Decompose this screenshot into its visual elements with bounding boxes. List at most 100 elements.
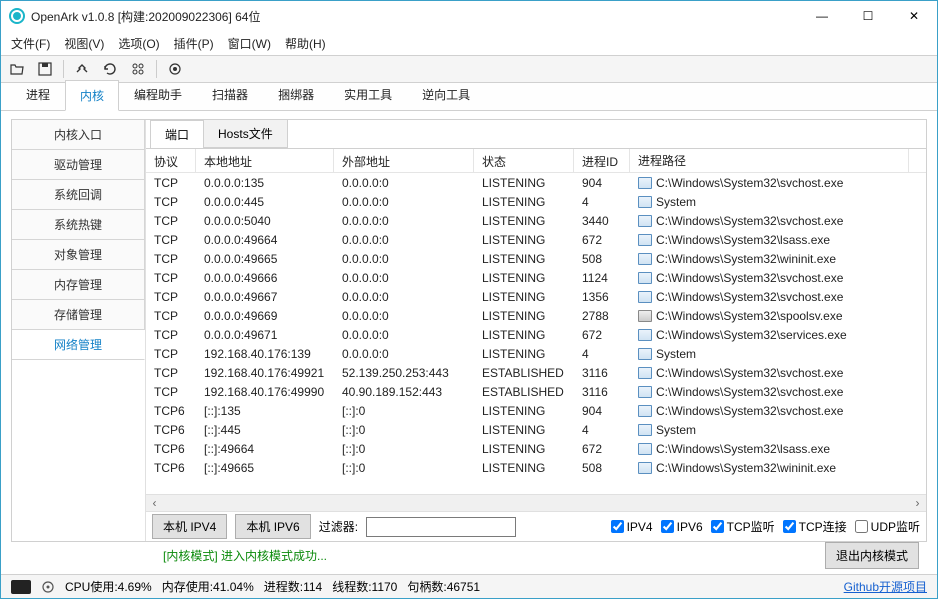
- cell-proto: TCP: [146, 194, 196, 210]
- cell-state: LISTENING: [474, 232, 574, 248]
- table-row[interactable]: TCP0.0.0.0:496670.0.0.0:0LISTENING1356C:…: [146, 287, 926, 306]
- tab-utility[interactable]: 实用工具: [329, 79, 407, 110]
- settings-icon[interactable]: [72, 59, 92, 79]
- col-state[interactable]: 状态: [474, 149, 574, 172]
- cell-path: C:\Windows\System32\svchost.exe: [630, 365, 926, 381]
- cell-proto: TCP: [146, 232, 196, 248]
- maximize-icon: ☐: [863, 9, 874, 23]
- tab-kernel[interactable]: 内核: [65, 80, 119, 111]
- tab-codehelper[interactable]: 编程助手: [119, 79, 197, 110]
- menu-window[interactable]: 窗口(W): [228, 35, 271, 52]
- table-row[interactable]: TCP6[::]:49665[::]:0LISTENING508C:\Windo…: [146, 458, 926, 477]
- process-icon: [638, 443, 652, 455]
- gear-icon[interactable]: [41, 580, 55, 594]
- table-row[interactable]: TCP6[::]:135[::]:0LISTENING904C:\Windows…: [146, 401, 926, 420]
- cell-local: 0.0.0.0:49669: [196, 308, 334, 324]
- filter-input[interactable]: [366, 517, 516, 537]
- cell-remote: 0.0.0.0:0: [334, 213, 474, 229]
- sidenav-storage[interactable]: 存储管理: [12, 300, 145, 330]
- subtab-hosts[interactable]: Hosts文件: [204, 120, 288, 148]
- col-pid[interactable]: 进程ID: [574, 149, 630, 172]
- minimize-button[interactable]: —: [799, 1, 845, 31]
- table-row[interactable]: TCP192.168.40.176:4999040.90.189.152:443…: [146, 382, 926, 401]
- table-row[interactable]: TCP0.0.0.0:496710.0.0.0:0LISTENING672C:\…: [146, 325, 926, 344]
- process-icon: [638, 177, 652, 189]
- table-body[interactable]: TCP0.0.0.0:1350.0.0.0:0LISTENING904C:\Wi…: [146, 173, 926, 494]
- ipv4-checkbox[interactable]: IPV4: [611, 520, 653, 534]
- col-protocol[interactable]: 协议: [146, 149, 196, 172]
- table-row[interactable]: TCP0.0.0.0:4450.0.0.0:0LISTENING4System: [146, 192, 926, 211]
- col-local-addr[interactable]: 本地地址: [196, 149, 334, 172]
- github-link[interactable]: Github开源项目: [844, 578, 927, 595]
- cell-path: System: [630, 194, 926, 210]
- horizontal-scrollbar[interactable]: ‹ ›: [146, 494, 926, 511]
- sidenav-callback[interactable]: 系统回调: [12, 180, 145, 210]
- cell-state: ESTABLISHED: [474, 384, 574, 400]
- col-remote-addr[interactable]: 外部地址: [334, 149, 474, 172]
- cell-local: 0.0.0.0:5040: [196, 213, 334, 229]
- close-button[interactable]: ✕: [891, 1, 937, 31]
- exit-kernel-button[interactable]: 退出内核模式: [825, 542, 919, 569]
- mem-usage: 内存使用:41.04%: [162, 578, 254, 595]
- cell-state: LISTENING: [474, 289, 574, 305]
- table-row[interactable]: TCP192.168.40.176:1390.0.0.0:0LISTENING4…: [146, 344, 926, 363]
- thread-count: 线程数:1170: [332, 578, 397, 595]
- menu-options[interactable]: 选项(O): [118, 35, 159, 52]
- table-row[interactable]: TCP0.0.0.0:496660.0.0.0:0LISTENING1124C:…: [146, 268, 926, 287]
- sidenav-object[interactable]: 对象管理: [12, 240, 145, 270]
- menu-file[interactable]: 文件(F): [11, 35, 50, 52]
- ipv6-checkbox[interactable]: IPV6: [661, 520, 703, 534]
- app-logo-icon: [9, 8, 25, 24]
- cell-path: C:\Windows\System32\services.exe: [630, 327, 926, 343]
- table-row[interactable]: TCP192.168.40.176:4992152.139.250.253:44…: [146, 363, 926, 382]
- sidenav-driver[interactable]: 驱动管理: [12, 150, 145, 180]
- menu-help[interactable]: 帮助(H): [285, 35, 326, 52]
- save-icon[interactable]: [35, 59, 55, 79]
- tcp-conn-checkbox[interactable]: TCP连接: [783, 518, 847, 535]
- sidenav-entry[interactable]: 内核入口: [12, 120, 145, 150]
- table-row[interactable]: TCP0.0.0.0:496650.0.0.0:0LISTENING508C:\…: [146, 249, 926, 268]
- subtab-ports[interactable]: 端口: [150, 120, 204, 149]
- table-row[interactable]: TCP0.0.0.0:50400.0.0.0:0LISTENING3440C:\…: [146, 211, 926, 230]
- table-row[interactable]: TCP0.0.0.0:496690.0.0.0:0LISTENING2788C:…: [146, 306, 926, 325]
- cell-path: C:\Windows\System32\svchost.exe: [630, 175, 926, 191]
- sidenav-memory[interactable]: 内存管理: [12, 270, 145, 300]
- maximize-button[interactable]: ☐: [845, 1, 891, 31]
- open-icon[interactable]: [7, 59, 27, 79]
- target-icon[interactable]: [165, 59, 185, 79]
- cell-state: LISTENING: [474, 194, 574, 210]
- cell-proto: TCP: [146, 289, 196, 305]
- table-row[interactable]: TCP0.0.0.0:1350.0.0.0:0LISTENING904C:\Wi…: [146, 173, 926, 192]
- scroll-left-icon[interactable]: ‹: [146, 495, 163, 512]
- col-path[interactable]: 进程路径: [630, 149, 909, 172]
- tcp-listen-checkbox[interactable]: TCP监听: [711, 518, 775, 535]
- local-ipv4-button[interactable]: 本机 IPV4: [152, 514, 227, 539]
- tab-bundler[interactable]: 捆绑器: [263, 79, 329, 110]
- local-ipv6-button[interactable]: 本机 IPV6: [235, 514, 310, 539]
- table-row[interactable]: TCP6[::]:445[::]:0LISTENING4System: [146, 420, 926, 439]
- cell-state: LISTENING: [474, 460, 574, 476]
- tab-reverse[interactable]: 逆向工具: [407, 79, 485, 110]
- table-row[interactable]: TCP6[::]:49664[::]:0LISTENING672C:\Windo…: [146, 439, 926, 458]
- cell-proto: TCP6: [146, 422, 196, 438]
- scroll-right-icon[interactable]: ›: [909, 495, 926, 512]
- cell-proto: TCP: [146, 213, 196, 229]
- cell-pid: 3116: [574, 365, 630, 381]
- grid-icon[interactable]: [128, 59, 148, 79]
- menu-view[interactable]: 视图(V): [64, 35, 104, 52]
- cell-proto: TCP6: [146, 460, 196, 476]
- tab-scanner[interactable]: 扫描器: [197, 79, 263, 110]
- cell-local: 0.0.0.0:49665: [196, 251, 334, 267]
- cell-pid: 672: [574, 441, 630, 457]
- udp-listen-checkbox[interactable]: UDP监听: [855, 518, 920, 535]
- tab-process[interactable]: 进程: [11, 79, 65, 110]
- menu-plugins[interactable]: 插件(P): [174, 35, 214, 52]
- cell-local: 192.168.40.176:139: [196, 346, 334, 362]
- refresh-icon[interactable]: [100, 59, 120, 79]
- table-row[interactable]: TCP0.0.0.0:496640.0.0.0:0LISTENING672C:\…: [146, 230, 926, 249]
- sidenav-network[interactable]: 网络管理: [12, 330, 145, 360]
- cell-proto: TCP: [146, 251, 196, 267]
- cell-pid: 1124: [574, 270, 630, 286]
- cell-pid: 672: [574, 327, 630, 343]
- sidenav-hotkey[interactable]: 系统热键: [12, 210, 145, 240]
